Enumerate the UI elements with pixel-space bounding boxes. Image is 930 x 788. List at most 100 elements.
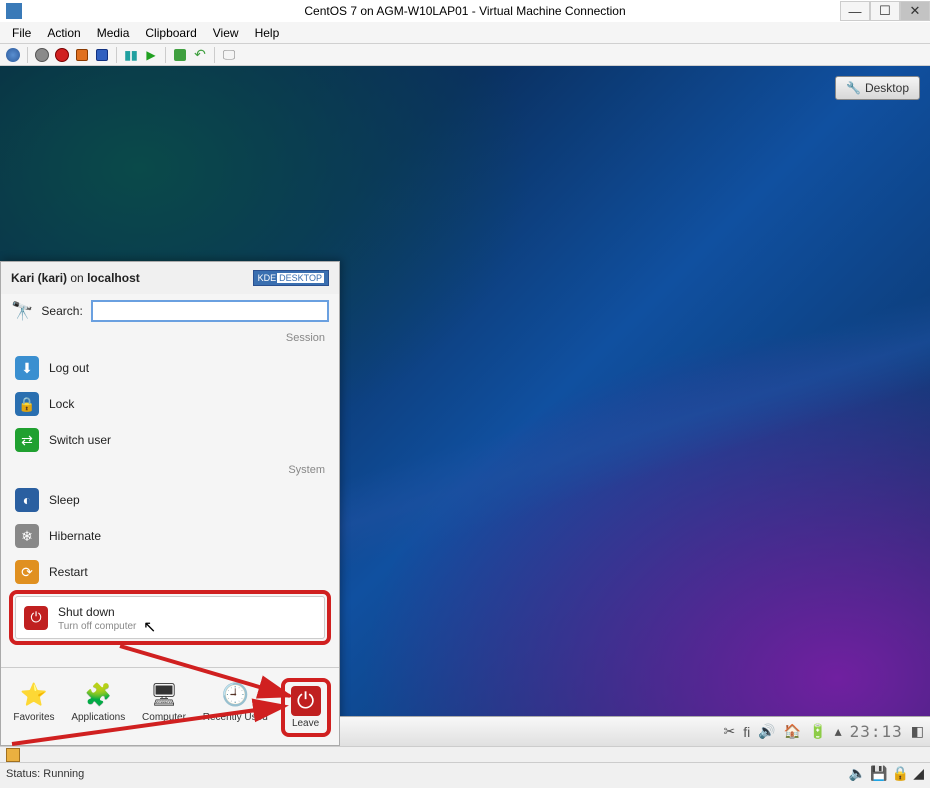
- toolbar-separator: [165, 47, 166, 63]
- lock-item[interactable]: 🔒 Lock: [7, 386, 333, 422]
- menu-media[interactable]: Media: [89, 24, 138, 42]
- kickoff-search-row: 🔭 Search:: [1, 294, 339, 328]
- enhanced-session-button[interactable]: 🖵: [220, 46, 238, 64]
- tab-recently-used-label: Recently Used: [203, 712, 268, 723]
- tray-expand-icon[interactable]: ▴: [835, 723, 842, 740]
- tab-applications[interactable]: 🧩 Applications: [67, 678, 129, 737]
- tab-leave[interactable]: ⏻ Leave: [287, 684, 325, 731]
- volume-icon[interactable]: 🔊: [758, 723, 775, 740]
- checkpoint-button[interactable]: [171, 46, 189, 64]
- statusbar: Status: Running 🔈 💾 🔒 ◢: [0, 762, 930, 784]
- leave-highlight-box: ⏻ Leave: [281, 678, 331, 737]
- shutdown-sublabel: Turn off computer: [58, 621, 136, 632]
- tab-applications-label: Applications: [71, 712, 125, 723]
- shutdown-label: Shut down: [58, 605, 115, 619]
- vm-desktop[interactable]: 🔧 Desktop Kari (kari) on localhost KDEDE…: [0, 66, 930, 746]
- desktop-badge-label: Desktop: [865, 81, 909, 95]
- desktop-switcher-button[interactable]: 🔧 Desktop: [835, 76, 920, 100]
- taskbar-icon[interactable]: [6, 748, 20, 762]
- network-icon[interactable]: 🏠: [784, 723, 801, 740]
- lock-label: Lock: [49, 397, 74, 411]
- close-button[interactable]: ✕: [900, 1, 930, 21]
- hibernate-item[interactable]: ❄ Hibernate: [7, 518, 333, 554]
- menu-action[interactable]: Action: [39, 24, 88, 42]
- switch-user-item[interactable]: ⇄ Switch user: [7, 422, 333, 458]
- toolbar-separator: [116, 47, 117, 63]
- search-label: Search:: [41, 304, 82, 318]
- disk-icon: 💾: [870, 765, 887, 782]
- clock-icon: 🕘: [220, 680, 250, 710]
- search-input[interactable]: [91, 300, 329, 322]
- section-system-label: System: [1, 460, 339, 480]
- kickoff-tabs: ⭐ Favorites 🧩 Applications 🖥 Computer 🕘 …: [1, 667, 339, 745]
- star-icon: ⭐: [19, 680, 49, 710]
- app-icon: [6, 3, 22, 19]
- wrench-icon: 🔧: [846, 81, 861, 95]
- statusbar-right-icons: 🔈 💾 🔒 ◢: [849, 765, 924, 782]
- toolbar-separator: [27, 47, 28, 63]
- power-icon: ⏻: [291, 686, 321, 716]
- start-button[interactable]: [33, 46, 51, 64]
- restart-label: Restart: [49, 565, 88, 579]
- toolbar-separator: [214, 47, 215, 63]
- lock-icon: 🔒: [15, 392, 39, 416]
- resize-grip-icon[interactable]: ◢: [913, 765, 924, 782]
- reset-button[interactable]: ▶: [142, 46, 160, 64]
- revert-button[interactable]: ↶: [191, 46, 209, 64]
- keyboard-layout-indicator[interactable]: fi: [743, 724, 750, 740]
- menubar: File Action Media Clipboard View Help: [0, 22, 930, 44]
- binoculars-icon: 🔭: [11, 301, 33, 322]
- cursor-icon: ↖: [143, 617, 156, 637]
- lock-icon: 🔒: [892, 765, 909, 782]
- kickoff-menu: Kari (kari) on localhost KDEDESKTOP 🔭 Se…: [0, 261, 340, 746]
- statusbar-upper: [0, 746, 930, 762]
- shut-down-button[interactable]: [73, 46, 91, 64]
- hibernate-icon: ❄: [15, 524, 39, 548]
- switch-user-label: Switch user: [49, 433, 111, 447]
- window-title: CentOS 7 on AGM-W10LAP01 - Virtual Machi…: [304, 4, 625, 18]
- speaker-icon: 🔈: [849, 765, 866, 782]
- logout-icon: ⬇: [15, 356, 39, 380]
- restart-item[interactable]: ⟳ Restart: [7, 554, 333, 590]
- save-button[interactable]: [93, 46, 111, 64]
- maximize-button[interactable]: ☐: [870, 1, 900, 21]
- scissors-icon[interactable]: ✂: [724, 723, 736, 740]
- clock[interactable]: 23:13: [850, 722, 903, 741]
- ctrl-alt-del-button[interactable]: [4, 46, 22, 64]
- sleep-item[interactable]: ◐ Sleep: [7, 482, 333, 518]
- menu-file[interactable]: File: [4, 24, 39, 42]
- pause-button[interactable]: ▮▮: [122, 46, 140, 64]
- kickoff-header: Kari (kari) on localhost KDEDESKTOP: [1, 262, 339, 294]
- tab-computer-label: Computer: [142, 712, 186, 723]
- restart-icon: ⟳: [15, 560, 39, 584]
- menu-view[interactable]: View: [205, 24, 247, 42]
- user-host: localhost: [87, 271, 140, 285]
- power-icon: ⏻: [24, 606, 48, 630]
- minimize-button[interactable]: —: [840, 1, 870, 21]
- cashew-icon[interactable]: ◧: [911, 723, 924, 740]
- tab-favorites-label: Favorites: [13, 712, 54, 723]
- tab-computer[interactable]: 🖥 Computer: [138, 678, 190, 737]
- kde-badge: KDEDESKTOP: [253, 270, 329, 286]
- system-tray: ✂ fi 🔊 🏠 🔋 ▴ 23:13 ◧: [724, 722, 924, 741]
- tab-favorites[interactable]: ⭐ Favorites: [9, 678, 58, 737]
- system-list: ◐ Sleep ❄ Hibernate ⟳ Restart ⏻ Shut dow…: [1, 480, 339, 647]
- tab-recently-used[interactable]: 🕘 Recently Used: [199, 678, 272, 737]
- user-name: Kari (kari): [11, 271, 67, 285]
- hibernate-label: Hibernate: [49, 529, 101, 543]
- menu-clipboard[interactable]: Clipboard: [137, 24, 204, 42]
- battery-icon[interactable]: 🔋: [809, 723, 826, 740]
- turn-off-button[interactable]: [53, 46, 71, 64]
- menu-help[interactable]: Help: [247, 24, 288, 42]
- kickoff-user-label: Kari (kari) on localhost: [11, 271, 140, 285]
- sleep-icon: ◐: [15, 488, 39, 512]
- window-titlebar: CentOS 7 on AGM-W10LAP01 - Virtual Machi…: [0, 0, 930, 22]
- tab-leave-label: Leave: [292, 718, 319, 729]
- toolbar: ▮▮ ▶ ↶ 🖵: [0, 44, 930, 66]
- shutdown-item[interactable]: ⏻ Shut down Turn off computer: [15, 596, 325, 639]
- session-list: ⬇ Log out 🔒 Lock ⇄ Switch user: [1, 348, 339, 460]
- kde-taskbar: ✂ fi 🔊 🏠 🔋 ▴ 23:13 ◧: [340, 716, 930, 746]
- status-text: Status: Running: [6, 768, 84, 780]
- logout-label: Log out: [49, 361, 89, 375]
- logout-item[interactable]: ⬇ Log out: [7, 350, 333, 386]
